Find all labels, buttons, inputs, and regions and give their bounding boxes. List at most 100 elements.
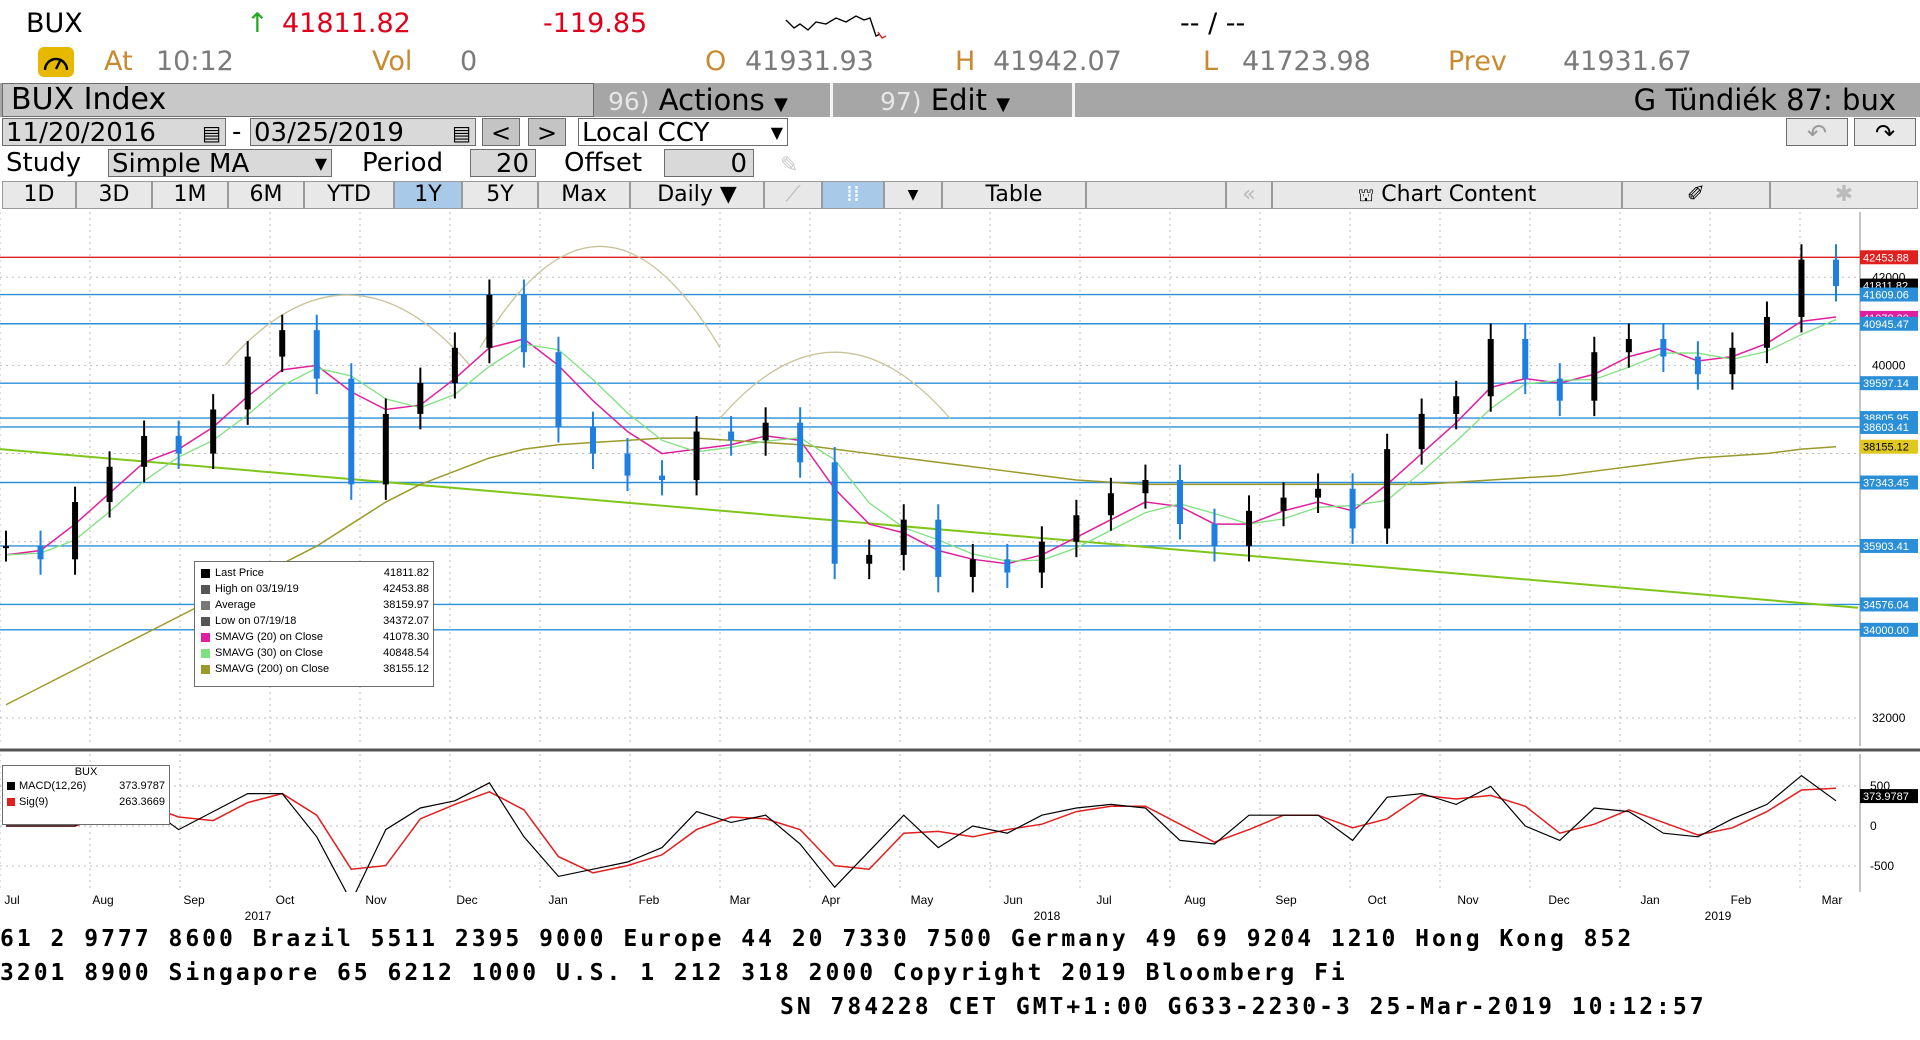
price-candle bbox=[831, 462, 838, 564]
tab-3d[interactable]: 3D bbox=[76, 181, 152, 209]
page-title: G Tündiék 87: bux bbox=[1633, 83, 1896, 117]
offset-input[interactable]: 0 bbox=[664, 149, 754, 177]
month-label: Oct bbox=[276, 893, 295, 907]
macd-legend: BUX MACD(12,26) 373.9787 Sig(9) 263.3669 bbox=[2, 765, 170, 825]
macd-legend-value: 373.9787 bbox=[119, 780, 165, 792]
next-period-button[interactable]: > bbox=[528, 118, 566, 147]
legend-swatch bbox=[7, 798, 15, 806]
calendar-icon[interactable]: ▤ bbox=[202, 119, 221, 145]
prev-value: 41931.67 bbox=[1563, 46, 1692, 77]
price-tag-label: 35903.41 bbox=[1863, 541, 1909, 553]
redo-button[interactable]: ↷ bbox=[1854, 118, 1916, 147]
legend-label: Average bbox=[215, 599, 256, 611]
price-candle bbox=[969, 559, 976, 577]
price-candle bbox=[900, 519, 907, 555]
year-label: 2018 bbox=[1034, 909, 1061, 923]
line-chart-icon[interactable]: ⟋ bbox=[764, 181, 822, 209]
price-candle bbox=[1694, 356, 1701, 375]
tab-1y[interactable]: 1Y bbox=[394, 181, 462, 209]
footer-phone-line-2: 3201 8900 Singapore 65 6212 1000 U.S. 1 … bbox=[0, 960, 1348, 986]
end-date-field[interactable]: 03/25/2019 ▤ bbox=[250, 118, 476, 146]
price-candle bbox=[313, 330, 320, 379]
price-candle bbox=[1280, 497, 1287, 511]
undo-icon: ↶ bbox=[1806, 119, 1828, 147]
legend-swatch bbox=[201, 584, 210, 594]
gear-icon[interactable]: ✱ bbox=[1770, 181, 1918, 209]
price-candle bbox=[520, 294, 527, 353]
tab-1m[interactable]: 1M bbox=[152, 181, 228, 209]
tab-max[interactable]: Max bbox=[538, 181, 630, 209]
price-candle bbox=[1418, 413, 1425, 450]
price-candle bbox=[1625, 338, 1632, 353]
price-tag-label: 34576.04 bbox=[1863, 599, 1909, 611]
price-candle bbox=[693, 431, 700, 480]
price-candle bbox=[1349, 488, 1356, 529]
month-label: Aug bbox=[92, 893, 113, 907]
actions-caret-icon: ▼ bbox=[773, 94, 788, 115]
table-button[interactable]: Table bbox=[942, 181, 1086, 209]
tab-5y[interactable]: 5Y bbox=[462, 181, 538, 209]
study-select[interactable]: Simple MA ▼ bbox=[108, 149, 332, 177]
price-candle bbox=[1384, 449, 1391, 529]
macd-chart[interactable]: 5000-500373.9787 bbox=[0, 748, 1920, 892]
price-candle bbox=[1798, 259, 1805, 317]
undo-button[interactable]: ↶ bbox=[1786, 118, 1848, 147]
legend-label: SMAVG (30) on Close bbox=[215, 647, 324, 659]
price-candle bbox=[1176, 480, 1183, 525]
security-field[interactable]: BUX Index bbox=[2, 83, 594, 117]
footer-phone-line-1: 61 2 9777 8600 Brazil 5511 2395 9000 Eur… bbox=[0, 926, 1635, 952]
tab-1d[interactable]: 1D bbox=[2, 181, 76, 209]
price-candle bbox=[1556, 378, 1563, 401]
edit-menu[interactable]: 97) Edit ▼ bbox=[880, 83, 1010, 122]
price-candle bbox=[37, 546, 44, 560]
legend-value: 41811.82 bbox=[383, 567, 429, 579]
vol-value: 0 bbox=[460, 46, 478, 77]
month-label: Feb bbox=[1731, 893, 1752, 907]
price-candle bbox=[1315, 488, 1322, 498]
prev-period-button[interactable]: < bbox=[482, 118, 520, 147]
candle-chart-icon[interactable]: ⁞⁞ bbox=[822, 181, 884, 209]
macd-legend-row: MACD(12,26) 373.9787 bbox=[7, 778, 165, 794]
date-axis: Jul Aug Sep Oct Nov Dec Jan Feb Mar Apr May Jun Jul A… bbox=[4, 893, 1843, 923]
legend-swatch bbox=[201, 632, 210, 642]
price-candle bbox=[1038, 541, 1045, 573]
vol-label: Vol bbox=[372, 46, 413, 77]
signal-line bbox=[6, 787, 1837, 874]
macd-tag-label: 373.9787 bbox=[1863, 791, 1909, 803]
period-input[interactable]: 20 bbox=[470, 149, 536, 177]
edit-label: Edit bbox=[930, 83, 987, 117]
legend-value: 41078.30 bbox=[383, 631, 429, 643]
price-candle bbox=[348, 378, 355, 485]
calendar-icon[interactable]: ▤ bbox=[452, 119, 471, 145]
prev-label: Prev bbox=[1448, 46, 1507, 77]
chart-content-button[interactable]: ⛫ Chart Content bbox=[1272, 181, 1622, 209]
currency-select[interactable]: Local CCY ▼ bbox=[578, 118, 788, 146]
price-axis-label: 32000 bbox=[1872, 711, 1906, 725]
month-label: Nov bbox=[365, 893, 386, 907]
chart-type-dropdown-icon[interactable]: ▼ bbox=[884, 181, 942, 209]
month-label: Mar bbox=[1822, 893, 1843, 907]
speedometer-icon[interactable] bbox=[38, 47, 74, 77]
tab-ytd[interactable]: YTD bbox=[304, 181, 394, 209]
price-candle bbox=[1073, 515, 1080, 542]
redo-icon: ↷ bbox=[1874, 119, 1896, 147]
actions-menu[interactable]: 96) Actions ▼ bbox=[608, 83, 788, 122]
chevron-down-icon: ▼ bbox=[314, 154, 327, 173]
start-date-field[interactable]: 11/20/2016 ▤ bbox=[2, 118, 226, 146]
price-candle bbox=[1660, 338, 1667, 357]
price-tag-label: 37343.45 bbox=[1863, 477, 1909, 489]
legend-swatch bbox=[201, 600, 210, 610]
tab-6m[interactable]: 6M bbox=[228, 181, 304, 209]
collapse-icon[interactable]: « bbox=[1226, 181, 1272, 209]
frequency-select[interactable]: Daily ▼ bbox=[630, 181, 764, 209]
price-candle bbox=[1729, 347, 1736, 375]
price-candle bbox=[797, 422, 804, 463]
price-candle bbox=[1487, 338, 1494, 397]
pattern-arc bbox=[224, 294, 471, 366]
annotate-icon[interactable]: ✐ bbox=[1622, 181, 1770, 209]
menu-divider bbox=[830, 83, 833, 117]
high-label: H bbox=[955, 46, 976, 77]
month-label: May bbox=[911, 893, 934, 907]
pencil-icon[interactable]: ✎ bbox=[780, 152, 798, 178]
chart-content-label: Chart Content bbox=[1381, 182, 1537, 207]
